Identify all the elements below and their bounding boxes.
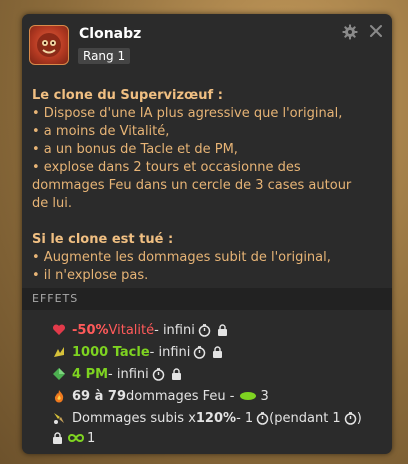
heart-icon xyxy=(52,324,66,335)
description-line: de lui. xyxy=(32,196,72,211)
damage-range: 69 à 79 xyxy=(72,388,127,404)
timer-icon xyxy=(198,323,211,337)
effect-duration: - infini xyxy=(108,366,149,382)
spell-description: Le clone du Supervizœuf : • Dispose d'un… xyxy=(32,87,384,285)
infinity-icon xyxy=(68,434,84,442)
stack-count: 1 xyxy=(87,430,96,446)
description-line: dommages Feu dans un cercle de 3 cases a… xyxy=(32,178,352,193)
effect-extra-end: ) xyxy=(356,410,362,426)
effect-text: dommages Feu - xyxy=(126,388,235,404)
gear-icon[interactable] xyxy=(342,24,358,40)
timer-icon xyxy=(194,345,206,359)
lock-icon xyxy=(213,346,223,358)
effect-extra: (pendant 1 xyxy=(269,410,341,426)
rank-badge: Rang 1 xyxy=(78,48,131,64)
description-line: • a moins de Vitalité, xyxy=(32,124,170,139)
monster-avatar xyxy=(29,25,69,65)
effect-duration: - infini xyxy=(154,322,195,338)
effect-value: 1000 Tacle xyxy=(72,344,150,360)
effect-value: 4 PM xyxy=(72,366,109,382)
effects-label: EFFETS xyxy=(32,292,79,305)
timer-icon xyxy=(256,411,269,425)
effects-section-header: EFFETS xyxy=(22,288,392,310)
description-line: • Augmente les dommages subit de l'origi… xyxy=(32,250,331,265)
effect-damage-taken-line2: 1 xyxy=(52,428,95,448)
description-line: • Dispose d'une IA plus agressive que l'… xyxy=(32,106,343,121)
description-title-2: Si le clone est tué : xyxy=(32,232,174,247)
lock-icon xyxy=(171,368,181,380)
tackle-icon xyxy=(54,347,64,357)
effect-fire-damage: 69 à 79 dommages Feu - 3 xyxy=(52,386,269,406)
effect-duration: - 1 xyxy=(236,410,254,426)
monster-name: Clonabz xyxy=(79,26,142,42)
description-title-1: Le clone du Supervizœuf : xyxy=(32,88,223,103)
damage-multiplier: 120% xyxy=(195,410,237,426)
effect-duration: - infini xyxy=(149,344,191,360)
area-size: 3 xyxy=(260,388,269,404)
close-icon[interactable] xyxy=(368,23,384,39)
creature-icon xyxy=(37,33,61,57)
effect-mp: 4 PM - infini xyxy=(52,364,182,384)
lock-icon xyxy=(53,432,62,444)
tooltip-panel: Clonabz Rang 1 Le clone du Supervizœuf :… xyxy=(22,14,392,454)
effect-vitality: -50% Vitalité - infini xyxy=(52,320,228,340)
description-line: • il n'explose pas. xyxy=(32,268,149,283)
effect-stat: Vitalité xyxy=(108,322,155,338)
fire-icon xyxy=(54,390,64,403)
timer-icon xyxy=(152,367,165,381)
effect-text: Dommages subis x xyxy=(72,410,196,426)
effect-damage-taken: Dommages subis x 120% - 1 (pendant 1 ) xyxy=(52,408,362,428)
effect-value: -50% xyxy=(72,322,109,338)
description-line: • a un bonus de Tacle et de PM, xyxy=(32,142,238,157)
tooltip-header: Clonabz Rang 1 xyxy=(22,14,392,76)
lock-icon xyxy=(217,324,227,336)
effect-tackle: 1000 Tacle - infini xyxy=(52,342,223,362)
mp-diamond-icon xyxy=(53,368,65,380)
circle-area-icon xyxy=(239,392,256,400)
description-line: • explose dans 2 tours et occasionne des xyxy=(32,160,301,175)
damage-taken-icon xyxy=(54,413,64,424)
timer-icon xyxy=(344,411,356,425)
